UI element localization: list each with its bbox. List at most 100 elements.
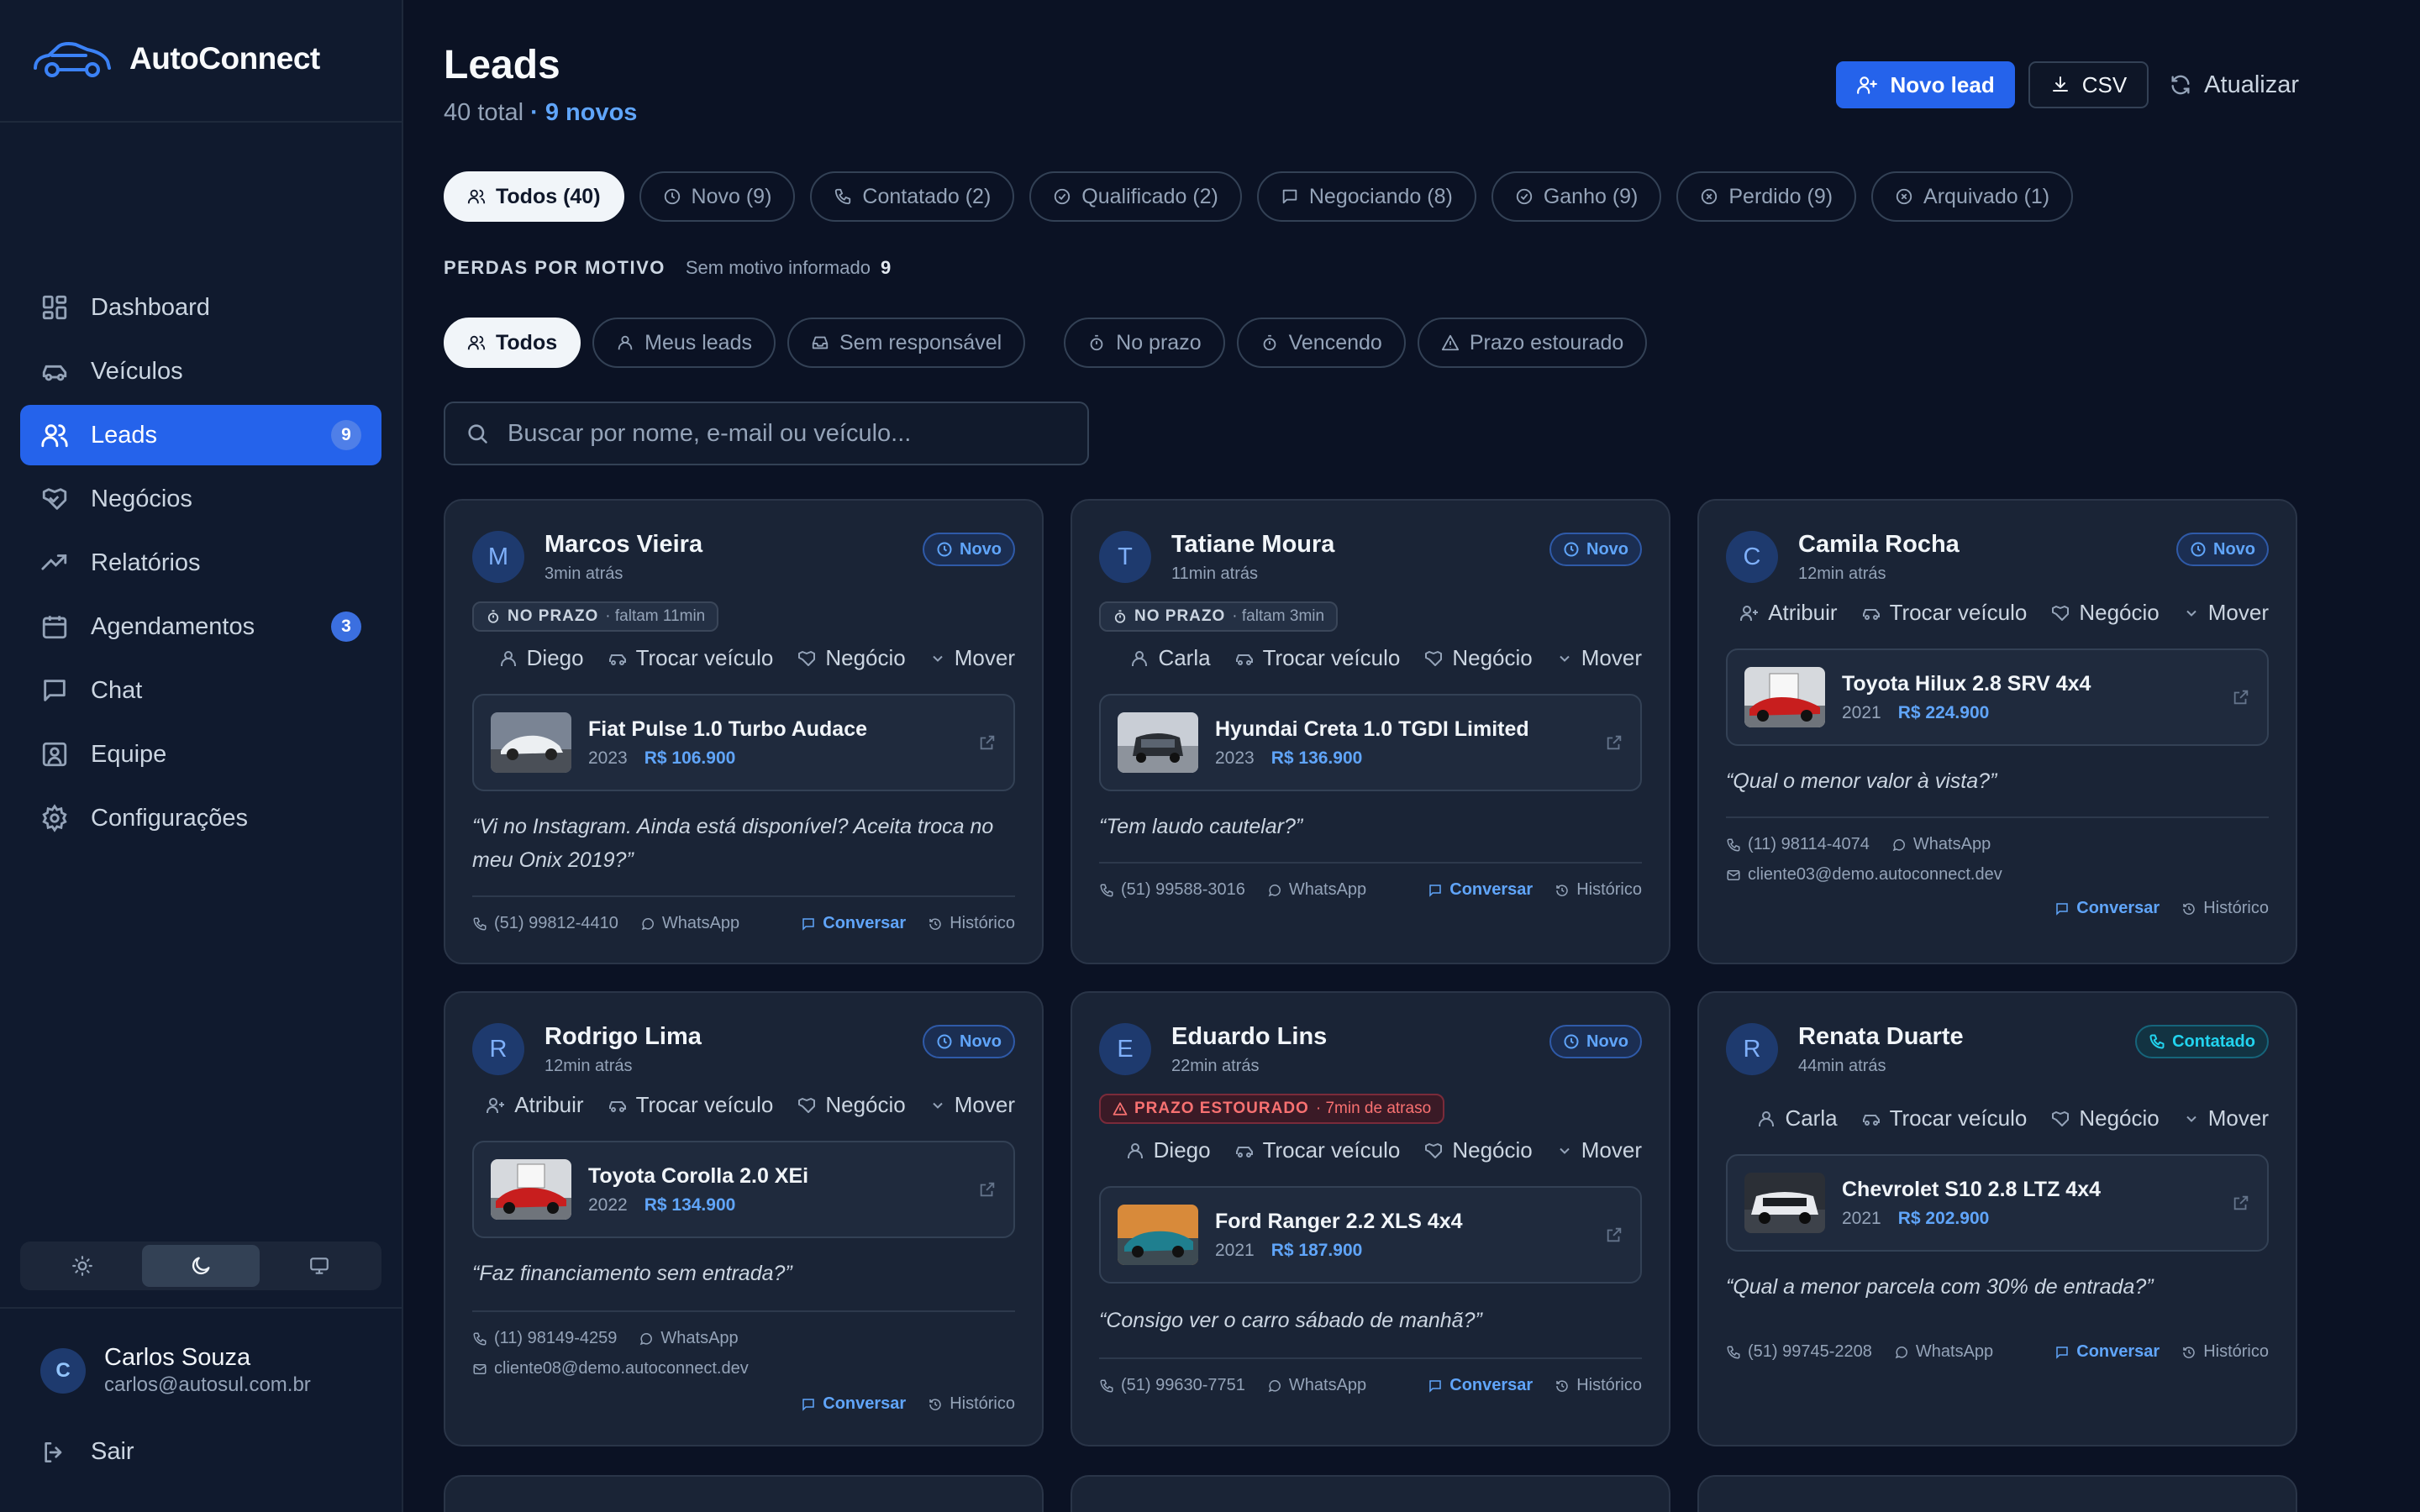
sidebar-item-negocios[interactable]: Negócios xyxy=(20,469,381,529)
move-dropdown[interactable]: Mover xyxy=(1556,645,1642,671)
filter-sem-responsavel[interactable]: Sem responsável xyxy=(787,318,1026,368)
lead-phone[interactable]: (51) 99588-3016 xyxy=(1099,880,1245,900)
lead-name[interactable]: Tatiane Moura xyxy=(1171,531,1334,559)
filter-todos[interactable]: Todos xyxy=(444,318,581,368)
assign-button[interactable]: Atribuir xyxy=(1739,600,1838,626)
chat-button[interactable]: Conversar xyxy=(801,914,906,933)
filter-meus-leads[interactable]: Meus leads xyxy=(592,318,776,368)
lead-card[interactable]: R Rodrigo Lima 12min atrás Novo Atribuir… xyxy=(444,991,1044,1446)
new-lead-button[interactable]: Novo lead xyxy=(1836,61,2015,108)
logout-button[interactable]: Sair xyxy=(40,1438,134,1466)
history-button[interactable]: Histórico xyxy=(2181,899,2269,918)
chat-button[interactable]: Conversar xyxy=(2054,899,2160,918)
deal-button[interactable]: Negócio xyxy=(797,1092,906,1118)
tab-contatado[interactable]: Contatado (2) xyxy=(810,171,1015,222)
tab-perdido[interactable]: Perdido (9) xyxy=(1676,171,1857,222)
tab-ganho[interactable]: Ganho (9) xyxy=(1491,171,1662,222)
history-button[interactable]: Histórico xyxy=(2181,1342,2269,1362)
lead-card[interactable]: R Renata Duarte 44min atrás Contatado Ca… xyxy=(1697,991,2297,1446)
lead-name[interactable]: Marcos Vieira xyxy=(544,531,702,559)
vehicle-card[interactable]: Ford Ranger 2.2 XLS 4x4 2021 R$ 187.900 xyxy=(1099,1186,1642,1284)
lead-card[interactable]: M Marcos Vieira 3min atrás Novo NO PRAZO… xyxy=(444,499,1044,964)
sidebar-item-dashboard[interactable]: Dashboard xyxy=(20,277,381,338)
tab-arquivado[interactable]: Arquivado (1) xyxy=(1871,171,2074,222)
swap-vehicle-button[interactable]: Trocar veículo xyxy=(608,645,773,671)
csv-export-button[interactable]: CSV xyxy=(2028,61,2149,108)
filter-no-prazo[interactable]: No prazo xyxy=(1064,318,1225,368)
lead-email[interactable]: cliente03@demo.autoconnect.dev xyxy=(1726,865,2002,885)
history-button[interactable]: Histórico xyxy=(1555,1376,1642,1395)
move-dropdown[interactable]: Mover xyxy=(2183,1105,2269,1131)
swap-vehicle-button[interactable]: Trocar veículo xyxy=(608,1092,773,1118)
swap-vehicle-button[interactable]: Trocar veículo xyxy=(1861,1105,2027,1131)
deal-button[interactable]: Negócio xyxy=(2050,600,2160,626)
vehicle-card[interactable]: Toyota Hilux 2.8 SRV 4x4 2021 R$ 224.900 xyxy=(1726,648,2269,746)
deal-button[interactable]: Negócio xyxy=(797,645,906,671)
chat-button[interactable]: Conversar xyxy=(1428,1376,1533,1395)
external-link-icon[interactable] xyxy=(1605,733,1623,752)
sidebar-item-veiculos[interactable]: Veículos xyxy=(20,341,381,402)
lead-card[interactable]: C Camila Rocha 12min atrás Novo Atribuir… xyxy=(1697,499,2297,964)
lead-phone[interactable]: (11) 98149-4259 xyxy=(472,1329,617,1348)
losses-reason[interactable]: Sem motivo informado xyxy=(686,257,871,279)
sidebar-item-chat[interactable]: Chat xyxy=(20,660,381,721)
lead-phone[interactable]: (51) 99745-2208 xyxy=(1726,1342,1872,1362)
lead-phone[interactable]: (51) 99630-7751 xyxy=(1099,1376,1245,1395)
lead-card[interactable]: T Tatiane Moura 11min atrás Novo NO PRAZ… xyxy=(1071,499,1670,964)
lead-card[interactable]: E Eduardo Lins 22min atrás Novo PRAZO ES… xyxy=(1071,991,1670,1446)
deal-button[interactable]: Negócio xyxy=(2050,1105,2160,1131)
move-dropdown[interactable]: Mover xyxy=(929,645,1015,671)
swap-vehicle-button[interactable]: Trocar veículo xyxy=(1234,1137,1400,1163)
theme-system-button[interactable] xyxy=(260,1245,378,1287)
app-logo[interactable]: AutoConnect xyxy=(32,34,320,84)
vehicle-card[interactable]: Fiat Pulse 1.0 Turbo Audace 2023 R$ 106.9… xyxy=(472,694,1015,791)
tab-novo[interactable]: Novo (9) xyxy=(639,171,796,222)
move-dropdown[interactable]: Mover xyxy=(2183,600,2269,626)
move-dropdown[interactable]: Mover xyxy=(1556,1137,1642,1163)
sidebar-item-configuracoes[interactable]: Configurações xyxy=(20,788,381,848)
move-dropdown[interactable]: Mover xyxy=(929,1092,1015,1118)
tab-todos[interactable]: Todos (40) xyxy=(444,171,624,222)
history-button[interactable]: Histórico xyxy=(928,914,1015,933)
chat-button[interactable]: Conversar xyxy=(1428,880,1533,900)
chat-button[interactable]: Conversar xyxy=(801,1394,906,1414)
sidebar-item-equipe[interactable]: Equipe xyxy=(20,724,381,785)
owner-button[interactable]: Carla xyxy=(1129,645,1211,671)
vehicle-card[interactable]: Chevrolet S10 2.8 LTZ 4x4 2021 R$ 202.900 xyxy=(1726,1154,2269,1252)
sidebar-item-relatorios[interactable]: Relatórios xyxy=(20,533,381,593)
theme-light-button[interactable] xyxy=(24,1245,142,1287)
history-button[interactable]: Histórico xyxy=(1555,880,1642,900)
lead-card-partial[interactable] xyxy=(1697,1475,2297,1512)
vehicle-card[interactable]: Toyota Corolla 2.0 XEi 2022 R$ 134.900 xyxy=(472,1141,1015,1238)
sidebar-item-leads[interactable]: Leads 9 xyxy=(20,405,381,465)
external-link-icon[interactable] xyxy=(1605,1226,1623,1244)
lead-phone[interactable]: (11) 98114-4074 xyxy=(1726,835,1870,854)
external-link-icon[interactable] xyxy=(978,733,997,752)
lead-email[interactable]: cliente08@demo.autoconnect.dev xyxy=(472,1359,749,1378)
external-link-icon[interactable] xyxy=(2232,688,2250,706)
vehicle-card[interactable]: Hyundai Creta 1.0 TGDI Limited 2023 R$ 13… xyxy=(1099,694,1642,791)
owner-button[interactable]: Carla xyxy=(1756,1105,1838,1131)
assign-button[interactable]: Atribuir xyxy=(486,1092,584,1118)
owner-button[interactable]: Diego xyxy=(498,645,584,671)
sidebar-item-agendamentos[interactable]: Agendamentos 3 xyxy=(20,596,381,657)
user-profile[interactable]: C Carlos Souza carlos@autosul.com.br xyxy=(40,1344,311,1397)
tab-negociando[interactable]: Negociando (8) xyxy=(1256,171,1476,222)
lead-name[interactable]: Rodrigo Lima xyxy=(544,1023,702,1051)
swap-vehicle-button[interactable]: Trocar veículo xyxy=(1234,645,1400,671)
lead-name[interactable]: Eduardo Lins xyxy=(1171,1023,1327,1051)
chat-button[interactable]: Conversar xyxy=(2054,1342,2160,1362)
lead-card-partial[interactable] xyxy=(444,1475,1044,1512)
deal-button[interactable]: Negócio xyxy=(1423,645,1533,671)
external-link-icon[interactable] xyxy=(2232,1194,2250,1212)
theme-dark-button[interactable] xyxy=(141,1245,260,1287)
swap-vehicle-button[interactable]: Trocar veículo xyxy=(1861,600,2027,626)
deal-button[interactable]: Negócio xyxy=(1423,1137,1533,1163)
lead-name[interactable]: Camila Rocha xyxy=(1798,531,1960,559)
filter-vencendo[interactable]: Vencendo xyxy=(1236,318,1406,368)
lead-name[interactable]: Renata Duarte xyxy=(1798,1023,1964,1051)
search-input[interactable]: Buscar por nome, e-mail ou veículo... xyxy=(444,402,1089,465)
lead-phone[interactable]: (51) 99812-4410 xyxy=(472,914,618,933)
filter-prazo-estourado[interactable]: Prazo estourado xyxy=(1417,318,1648,368)
lead-card-partial[interactable] xyxy=(1071,1475,1670,1512)
